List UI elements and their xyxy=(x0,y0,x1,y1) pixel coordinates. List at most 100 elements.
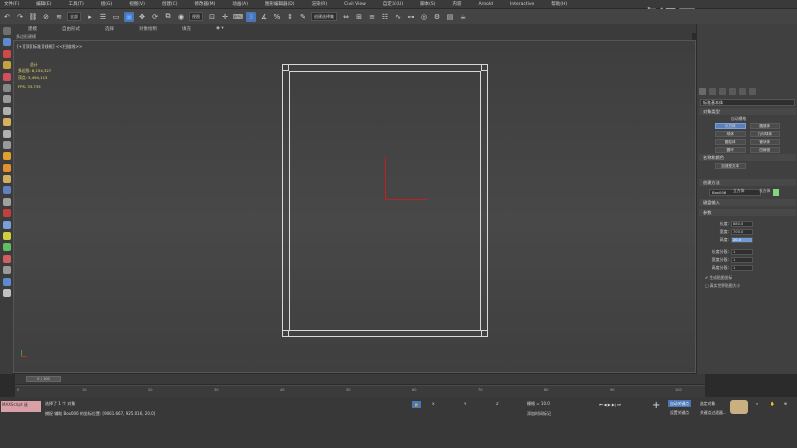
link-icon[interactable]: ⛓ xyxy=(28,12,38,22)
rect-region-icon[interactable]: ▭ xyxy=(111,12,121,22)
rollout-parameters[interactable]: 参数 xyxy=(699,209,796,216)
utilities-tab-icon[interactable] xyxy=(749,88,756,95)
menu-create[interactable]: 创建(C) xyxy=(162,1,178,7)
rollout-object-type[interactable]: 对象类型 xyxy=(699,108,796,115)
bind-spacewarp-icon[interactable]: ≋ xyxy=(54,12,64,22)
rollout-creation-method[interactable]: 创建方法 xyxy=(699,179,796,186)
menu-arnold[interactable]: Arnold xyxy=(478,2,493,7)
real-world-checkbox[interactable]: □ 真实世界贴图大小 xyxy=(705,283,740,289)
autogrid-checkbox[interactable]: 自动栅格 xyxy=(731,116,746,122)
object-pyramid-button[interactable]: 四棱锥 xyxy=(749,147,780,153)
param-length-input[interactable]: 880.0 xyxy=(731,220,753,227)
shape-icon[interactable] xyxy=(2,72,11,81)
layer-explorer-icon[interactable] xyxy=(2,38,11,47)
xref-icon[interactable] xyxy=(2,254,11,263)
menu-views[interactable]: 视图(V) xyxy=(129,1,145,7)
display-tab-icon[interactable] xyxy=(739,88,746,95)
motion-tab-icon[interactable] xyxy=(729,88,736,95)
object-textplus-button[interactable]: 加强型文本 xyxy=(715,163,746,169)
plane-icon[interactable] xyxy=(2,106,11,115)
camera-icon[interactable] xyxy=(2,129,11,138)
helper-icon[interactable] xyxy=(2,140,11,149)
edit-named-sets-icon[interactable]: ✎ xyxy=(298,12,308,22)
menu-tools[interactable]: 工具(T) xyxy=(68,1,83,7)
angle-snap-icon[interactable]: ∡ xyxy=(259,12,269,22)
group-icon[interactable] xyxy=(2,220,11,229)
sort-icon[interactable] xyxy=(2,288,11,297)
pan-icon[interactable]: ✋ xyxy=(768,400,777,407)
object-geosphere-button[interactable]: 几何球体 xyxy=(749,131,780,137)
param-height-segs-input[interactable]: 1 xyxy=(731,264,753,271)
spinner-snap-icon[interactable]: ⇕ xyxy=(285,12,295,22)
menu-modifiers[interactable]: 修改器(M) xyxy=(194,1,215,7)
param-width-input[interactable]: 700.0 xyxy=(731,228,753,235)
key-filters-button[interactable]: 关键点过滤器... xyxy=(698,409,728,416)
system-icon[interactable] xyxy=(2,197,11,206)
reference-coord-select[interactable]: 视图 xyxy=(189,12,203,21)
layer-icon[interactable]: ≡ xyxy=(367,12,377,22)
select-object-icon[interactable]: ▸ xyxy=(85,12,95,22)
menu-file[interactable]: 文件(F) xyxy=(4,1,19,7)
ribbon-options-icon[interactable]: ◉ ▾ xyxy=(216,26,224,31)
menu-edit[interactable]: 编辑(E) xyxy=(36,1,51,7)
scene-icon[interactable] xyxy=(2,27,11,35)
star-icon[interactable] xyxy=(2,175,11,184)
time-config-icon[interactable] xyxy=(730,400,748,414)
scale-icon[interactable]: ⧉ xyxy=(163,12,173,22)
menu-rendering[interactable]: 渲染(R) xyxy=(311,1,327,7)
create-tab-icon[interactable] xyxy=(699,88,706,95)
menu-help[interactable]: 帮助(H) xyxy=(551,1,567,7)
y-coord-field[interactable]: Y xyxy=(462,400,468,407)
light-icon[interactable] xyxy=(2,118,11,127)
param-height-input[interactable]: 20.0 xyxy=(731,236,753,243)
selection-filter-select[interactable]: 全部 xyxy=(67,12,81,21)
rollout-name-color[interactable]: 名称和颜色 xyxy=(699,154,796,161)
auto-key-button[interactable]: 自动关键点 xyxy=(668,400,691,407)
viewport-top[interactable]: [+][顶][标准][线框] <<扫描线>> 总计 多边形: 8,154,327… xyxy=(13,40,696,373)
menu-graph-editors[interactable]: 图形编辑器(D) xyxy=(265,1,294,7)
object-tube-button[interactable]: 管状体 xyxy=(749,139,780,145)
menu-interactive[interactable]: Interactive xyxy=(510,2,534,7)
menu-group[interactable]: 组(G) xyxy=(101,1,113,7)
param-length-segs-input[interactable]: 1 xyxy=(731,248,753,255)
object-cone-button[interactable]: 圆锥体 xyxy=(749,123,780,129)
param-width-segs-input[interactable]: 1 xyxy=(731,256,753,263)
tab-object-paint[interactable]: 对象绘制 xyxy=(139,26,157,32)
window-crossing-icon[interactable]: ▣ xyxy=(124,11,134,22)
rendered-frame-icon[interactable]: ▤ xyxy=(445,12,455,22)
undo-icon[interactable]: ↶ xyxy=(2,12,12,22)
bone-icon[interactable] xyxy=(2,232,11,241)
lock-selection-icon[interactable]: 🔒 xyxy=(412,401,421,408)
time-slider[interactable]: 0 / 100 xyxy=(26,376,61,382)
snaps-toggle-icon[interactable]: 3 xyxy=(246,11,256,22)
particle-icon[interactable] xyxy=(2,209,11,218)
orbit-icon[interactable]: ⊕ xyxy=(782,400,789,407)
scene-explorer-icon[interactable]: ☷ xyxy=(380,12,390,22)
z-coord-field[interactable]: Z xyxy=(494,400,501,407)
align-icon[interactable]: ⊞ xyxy=(354,12,364,22)
key-mode-select[interactable]: 选定对象 xyxy=(698,400,717,407)
move-icon[interactable]: ✥ xyxy=(137,12,147,22)
add-time-tag[interactable]: 添加时间标记 xyxy=(527,411,551,417)
menu-animation[interactable]: 动画(A) xyxy=(232,1,248,7)
mirror-icon[interactable]: ⇔ xyxy=(341,12,351,22)
modify-tab-icon[interactable] xyxy=(709,88,716,95)
utility-icon[interactable] xyxy=(2,277,11,286)
menu-content[interactable]: 内容 xyxy=(452,1,461,7)
menu-customize[interactable]: 自定义(U) xyxy=(383,1,403,7)
zoom-icon[interactable]: ⌕ xyxy=(754,400,760,407)
object-sphere-button[interactable]: 球体 xyxy=(715,131,746,137)
playback-controls[interactable]: ⏮ ◀ ▶ ▶| ⏭ xyxy=(597,401,623,408)
tab-selection[interactable]: 选择 xyxy=(105,26,114,32)
object-color-swatch[interactable] xyxy=(773,189,779,196)
object-icon[interactable] xyxy=(2,49,11,58)
object-torus-button[interactable]: 圆环 xyxy=(715,147,746,153)
select-manipulate-icon[interactable]: ✛ xyxy=(220,12,230,22)
render-setup-icon[interactable]: ⚙ xyxy=(432,12,442,22)
tab-freeform[interactable]: 自由形式 xyxy=(62,26,80,32)
keyboard-shortcut-icon[interactable]: ⌨ xyxy=(233,12,243,22)
gizmo-y-axis[interactable] xyxy=(385,157,386,199)
creation-cube-radio[interactable]: 立方体 xyxy=(733,188,744,194)
object-cylinder-button[interactable]: 圆柱体 xyxy=(715,139,746,145)
rollout-keyboard-entry[interactable]: 键盘输入 xyxy=(699,199,796,206)
